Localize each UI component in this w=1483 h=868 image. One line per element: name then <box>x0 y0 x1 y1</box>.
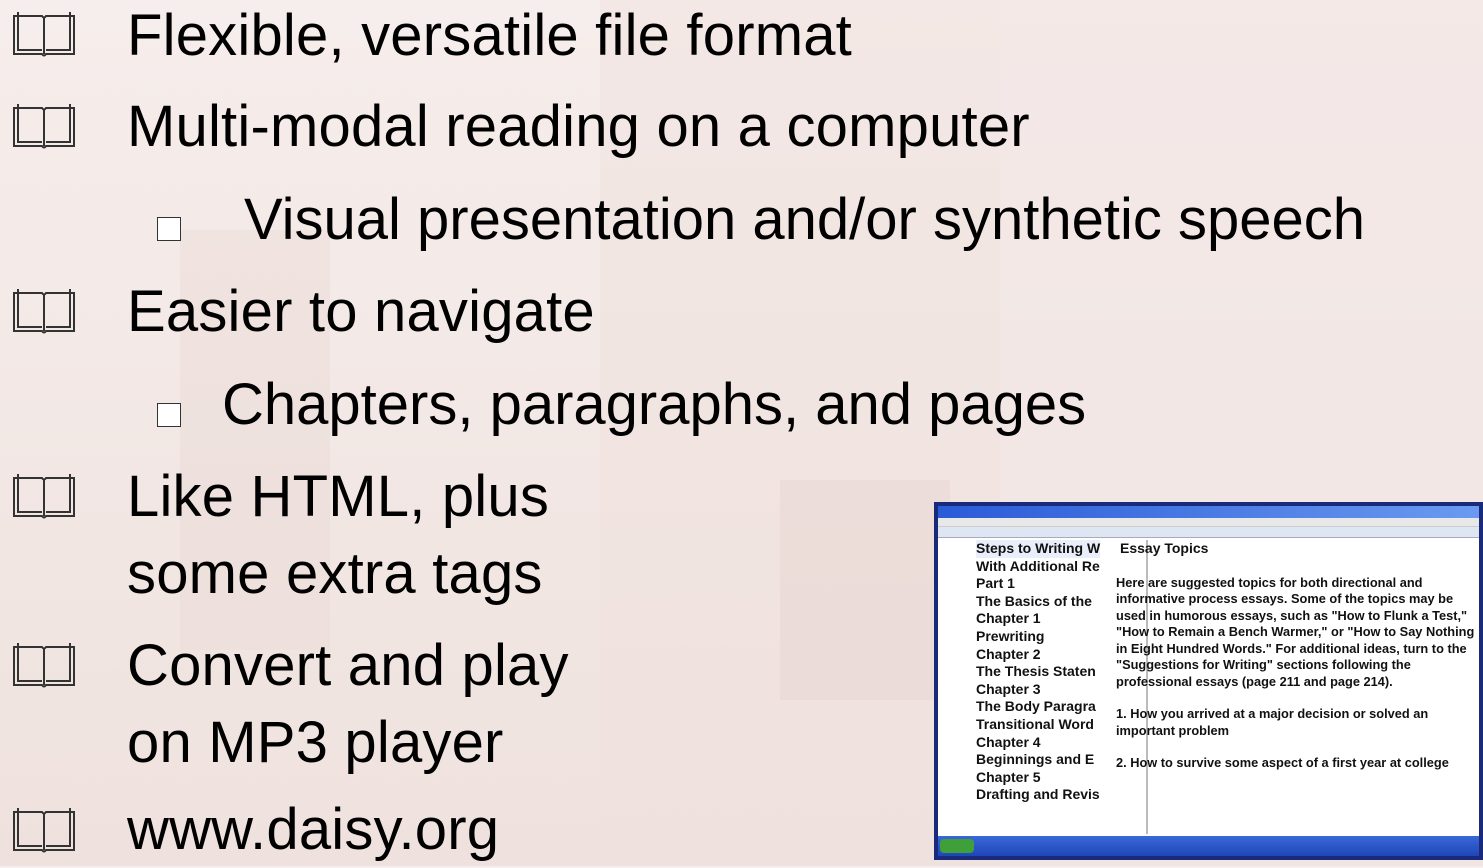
book-icon <box>10 806 78 856</box>
square-bullet-icon <box>157 403 181 427</box>
subbullet-text: Chapters, paragraphs, and pages <box>222 372 1087 437</box>
window-titlebar <box>938 506 1479 518</box>
taskbar <box>938 836 1479 856</box>
bullet-text: Convert and play <box>127 633 569 698</box>
bullet-text-continued: on MP3 player <box>127 710 504 775</box>
content-paragraph: Here are suggested topics for both direc… <box>1116 574 1475 689</box>
menu-bar <box>938 518 1479 527</box>
content-list-item: 1. How you arrived at a major decision o… <box>1116 706 1429 738</box>
book-icon <box>10 287 78 337</box>
bullet-text: www.daisy.org <box>127 797 500 862</box>
reader-screenshot: Steps to Writing W With Additional Re Pa… <box>934 502 1483 860</box>
tree-item: Steps to Writing W <box>976 540 1101 558</box>
content-list-item: 2. How to survive some aspect of a first… <box>1116 755 1449 770</box>
start-button <box>940 839 974 853</box>
toolbar <box>938 527 1479 538</box>
square-bullet-icon <box>157 217 181 241</box>
bullet-text: Multi-modal reading on a computer <box>127 94 1030 159</box>
bullet-text: Easier to navigate <box>127 279 595 344</box>
bullet-text-continued: some extra tags <box>127 541 543 606</box>
bullet-text: Like HTML, plus <box>127 464 550 529</box>
book-icon <box>10 10 78 60</box>
book-icon <box>10 641 78 691</box>
subbullet-text: Visual presentation and/or synthetic spe… <box>244 187 1365 252</box>
document-content: Essay Topics Here are suggested topics f… <box>1116 540 1479 834</box>
book-icon <box>10 102 78 152</box>
bullet-text: Flexible, versatile file format <box>127 3 852 68</box>
book-icon <box>10 472 78 522</box>
content-heading: Essay Topics <box>1120 540 1209 556</box>
